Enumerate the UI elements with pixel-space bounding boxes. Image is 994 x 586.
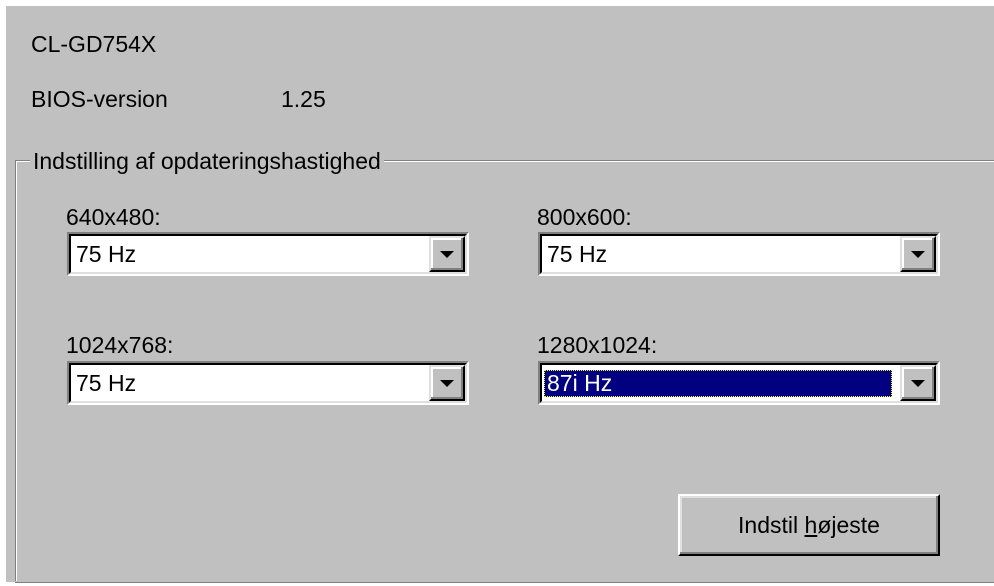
bios-value: 1.25 [281, 86, 326, 112]
res-640-dropdown-button[interactable] [429, 236, 465, 272]
refresh-rate-group-title: Indstilling af opdateringshastighed [30, 150, 384, 173]
res-640-value: 75 Hz [76, 241, 137, 267]
chevron-down-icon [440, 380, 454, 387]
chevron-down-icon [911, 380, 925, 387]
res-800-select[interactable]: 75 Hz [538, 232, 940, 276]
res-640-label: 640x480: [66, 204, 161, 230]
chevron-down-icon [440, 251, 454, 258]
dialog-panel: CL-GD754X BIOS-version 1.25 Indstilling … [6, 6, 994, 583]
set-highest-mnemonic: h [804, 512, 818, 538]
res-800-value: 75 Hz [547, 241, 608, 267]
res-800-dropdown-button[interactable] [900, 236, 936, 272]
set-highest-button[interactable]: Indstil højeste [678, 494, 940, 556]
res-1280-value: 87i Hz [544, 370, 892, 397]
res-1024-select[interactable]: 75 Hz [67, 361, 469, 405]
res-1280-dropdown-button[interactable] [900, 365, 936, 401]
res-800-label: 800x600: [537, 204, 632, 230]
set-highest-label-prefix: Indstil [738, 512, 805, 538]
res-1280-select[interactable]: 87i Hz [538, 361, 940, 405]
chevron-down-icon [911, 251, 925, 258]
res-1024-value: 75 Hz [76, 370, 137, 396]
res-1024-label: 1024x768: [66, 332, 174, 358]
res-640-select[interactable]: 75 Hz [67, 232, 469, 276]
bios-label: BIOS-version [31, 86, 168, 112]
chip-name: CL-GD754X [31, 31, 157, 57]
set-highest-label-suffix: øjeste [817, 512, 880, 538]
res-1024-dropdown-button[interactable] [429, 365, 465, 401]
res-1280-label: 1280x1024: [537, 332, 658, 358]
